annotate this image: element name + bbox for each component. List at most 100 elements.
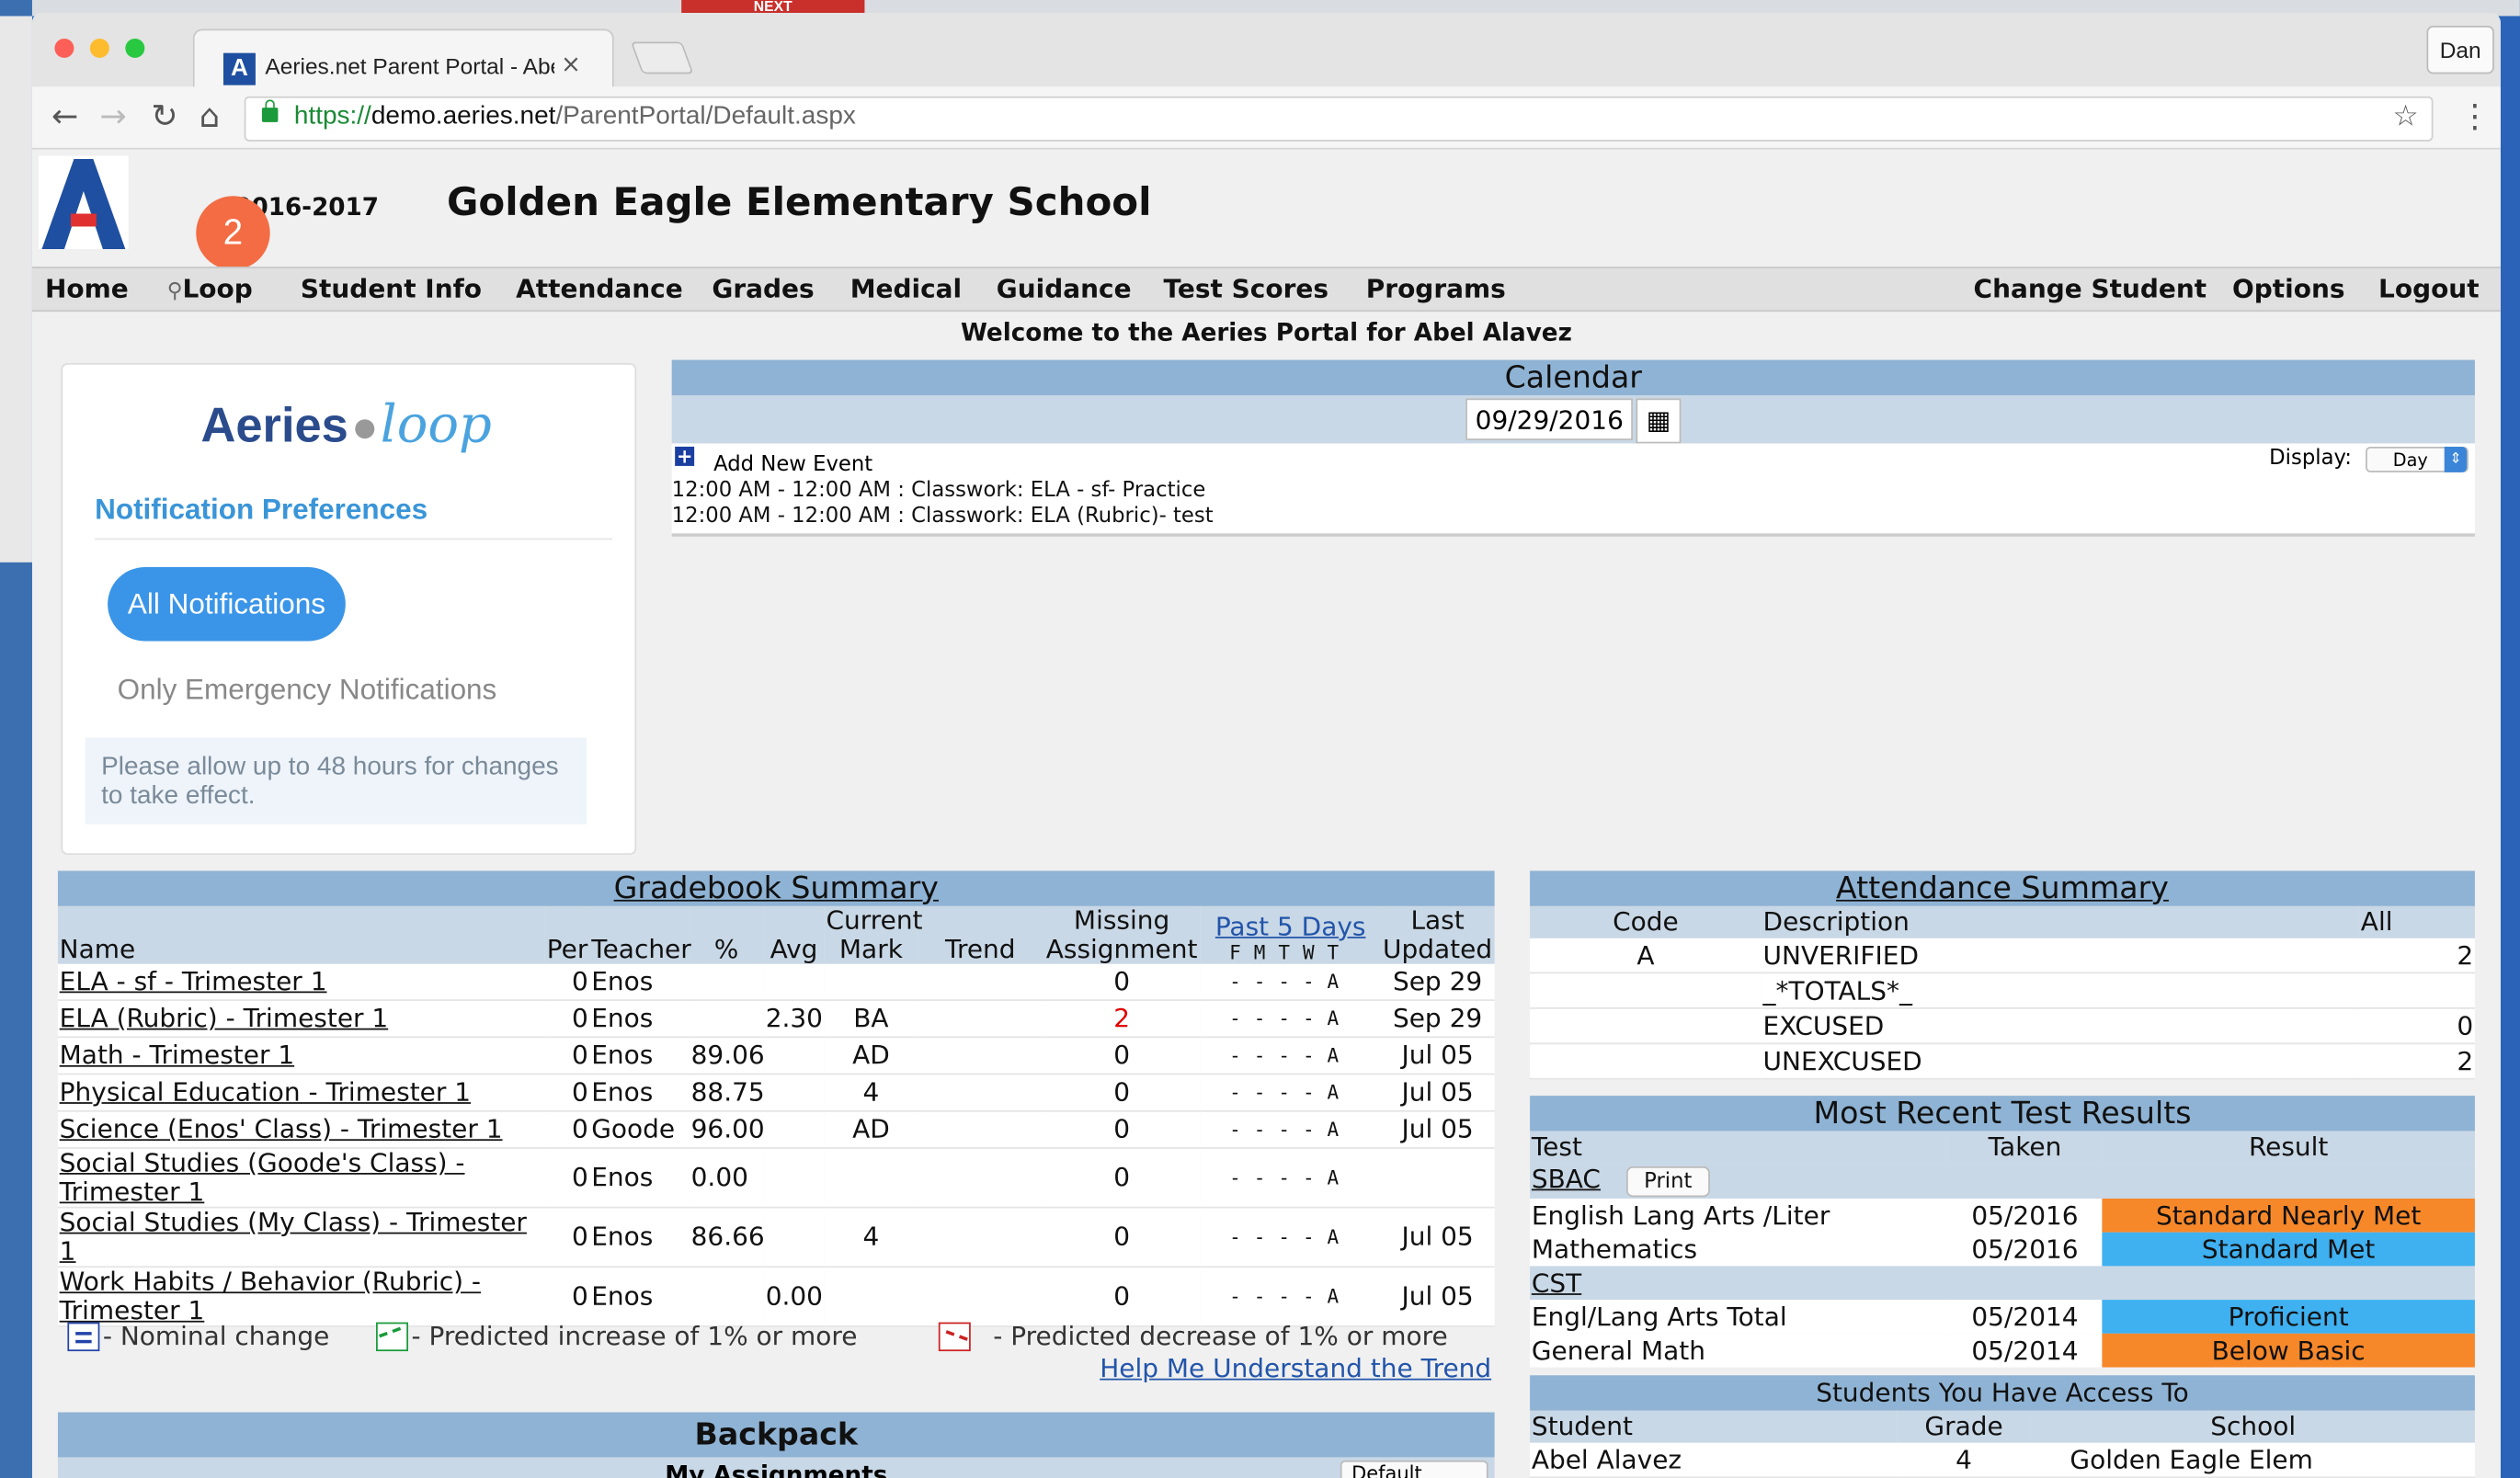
table-row[interactable]: Physical Education - Trimester 1 0 Enos 88.… bbox=[57, 1074, 1495, 1112]
col-past-5-days[interactable]: Past 5 Days FMTWT bbox=[1200, 905, 1381, 964]
calendar-picker-icon[interactable]: ▦ bbox=[1636, 398, 1682, 444]
col-missing: Missing Assignment bbox=[1043, 905, 1201, 964]
nav-loop[interactable]: ⚲Loop bbox=[167, 273, 253, 303]
minimize-window-button[interactable] bbox=[89, 38, 109, 58]
missing-assignments: 0 bbox=[1043, 963, 1201, 1001]
nav-medical[interactable]: Medical bbox=[850, 273, 962, 303]
nav-grades[interactable]: Grades bbox=[712, 273, 814, 303]
nav-test-scores[interactable]: Test Scores bbox=[1164, 273, 1328, 303]
new-tab-button[interactable] bbox=[630, 41, 694, 74]
nav-options[interactable]: Options bbox=[2232, 273, 2345, 303]
missing-assignments: 0 bbox=[1043, 1074, 1201, 1112]
calendar-panel: Calendar 09/29/2016 ▦ + Add New Event Di… bbox=[671, 359, 2475, 537]
test-group[interactable]: CST bbox=[1530, 1266, 2475, 1301]
table-row[interactable]: Math - Trimester 1 0 Enos 89.06 AD 0 ----A Jul … bbox=[57, 1037, 1495, 1075]
legend-nominal: - Nominal change bbox=[102, 1320, 330, 1352]
welcome-message: Welcome to the Aeries Portal for Abel Al… bbox=[960, 318, 1572, 347]
course-name-link[interactable]: Social Studies (My Class) - Trimester 1 bbox=[57, 1207, 545, 1268]
browser-tab[interactable]: A Aeries.net Parent Portal - Abel × bbox=[192, 28, 614, 89]
table-row[interactable]: ELA - sf - Trimester 1 0 Enos 0 ----A Sep 29 bbox=[57, 963, 1495, 1001]
col-school: School bbox=[2031, 1410, 2475, 1443]
current-mark: AD bbox=[824, 1037, 918, 1075]
table-row[interactable]: Abel Alavez 4 Golden Eagle Elem bbox=[1530, 1442, 2475, 1478]
close-window-button[interactable] bbox=[54, 38, 74, 58]
display-select[interactable]: Day ⇕ bbox=[2366, 446, 2469, 472]
add-event-link[interactable]: Add New Event bbox=[713, 453, 872, 477]
trend bbox=[918, 1000, 1043, 1039]
past-5-days: ----A bbox=[1200, 1110, 1381, 1149]
calendar-date-input[interactable]: 09/29/2016 bbox=[1465, 398, 1633, 440]
tab-close-icon[interactable]: × bbox=[561, 50, 581, 78]
calendar-event[interactable]: 12:00 AM - 12:00 AM : Classwork: ELA - s… bbox=[672, 479, 1206, 503]
trend-help-link[interactable]: Help Me Understand the Trend bbox=[1100, 1353, 1491, 1383]
aeries-logo-icon[interactable] bbox=[38, 155, 129, 249]
course-name-link[interactable]: Science (Enos' Class) - Trimester 1 bbox=[57, 1110, 545, 1149]
backpack-panel: Backpack My Assignments Default bbox=[57, 1412, 1495, 1478]
gradebook-title[interactable]: Gradebook Summary bbox=[57, 870, 1495, 906]
course-name-link[interactable]: Math - Trimester 1 bbox=[57, 1037, 545, 1075]
address-bar[interactable]: https://demo.aeries.net/ParentPortal/Def… bbox=[244, 96, 2434, 142]
percent: 88.75 bbox=[689, 1074, 765, 1112]
nav-programs[interactable]: Programs bbox=[1366, 273, 1506, 303]
reload-icon[interactable]: ↻ bbox=[151, 97, 177, 135]
course-name[interactable]: Math - Trimester 1 bbox=[60, 1040, 294, 1070]
col-result: Result bbox=[2102, 1131, 2475, 1164]
course-name[interactable]: Science (Enos' Class) - Trimester 1 bbox=[60, 1113, 503, 1143]
back-arrow-icon[interactable]: ← bbox=[51, 97, 78, 135]
notification-note: Please allow up to 48 hours for changes … bbox=[85, 737, 587, 824]
table-row[interactable]: ELA (Rubric) - Trimester 1 0 Enos 2.30 BA 2 --… bbox=[57, 1000, 1495, 1039]
test-result: Below Basic bbox=[2102, 1333, 2475, 1368]
nav-logout[interactable]: Logout bbox=[2378, 273, 2480, 303]
test-group-name[interactable]: SBAC bbox=[1532, 1164, 1601, 1194]
course-name-link[interactable]: ELA - sf - Trimester 1 bbox=[57, 963, 545, 1001]
test-group[interactable]: SBAC Print bbox=[1530, 1163, 2475, 1199]
all-notifications-button[interactable]: All Notifications bbox=[108, 567, 346, 642]
tab-title: Aeries.net Parent Portal - Abel bbox=[265, 52, 555, 79]
attendance-count bbox=[2359, 972, 2475, 1009]
course-name[interactable]: ELA (Rubric) - Trimester 1 bbox=[60, 1003, 389, 1033]
calendar-event[interactable]: 12:00 AM - 12:00 AM : Classwork: ELA (Ru… bbox=[672, 505, 1214, 529]
test-taken: 05/2014 bbox=[1947, 1333, 2103, 1368]
profile-button[interactable]: Dan bbox=[2426, 25, 2494, 74]
print-button[interactable]: Print bbox=[1625, 1166, 1710, 1198]
trend bbox=[918, 1207, 1043, 1268]
test-result: Standard Nearly Met bbox=[2102, 1199, 2475, 1233]
forward-arrow-icon[interactable]: → bbox=[99, 97, 126, 135]
course-name[interactable]: Social Studies (My Class) - Trimester 1 bbox=[60, 1207, 527, 1267]
course-name-link[interactable]: ELA (Rubric) - Trimester 1 bbox=[57, 1000, 545, 1039]
nav-home[interactable]: Home bbox=[45, 273, 129, 303]
attendance-title[interactable]: Attendance Summary bbox=[1530, 870, 2475, 906]
course-name[interactable]: ELA - sf - Trimester 1 bbox=[60, 966, 327, 996]
table-row[interactable]: Science (Enos' Class) - Trimester 1 0 Good… bbox=[57, 1110, 1495, 1149]
emergency-notifications-option[interactable]: Only Emergency Notifications bbox=[118, 673, 497, 707]
notification-badge[interactable]: 2 bbox=[196, 196, 270, 270]
test-name: English Lang Arts /Liter bbox=[1530, 1199, 1948, 1233]
nav-student-info[interactable]: Student Info bbox=[301, 273, 482, 303]
nav-guidance[interactable]: Guidance bbox=[997, 273, 1132, 303]
browser-menu-icon[interactable]: ⋮ bbox=[2458, 97, 2491, 135]
course-name-link[interactable]: Social Studies (Goode's Class) - Trimest… bbox=[57, 1147, 545, 1209]
nav-change-student[interactable]: Change Student bbox=[1974, 273, 2207, 303]
tab-bar: A Aeries.net Parent Portal - Abel × Dan bbox=[31, 12, 2501, 89]
home-icon[interactable]: ⌂ bbox=[200, 97, 220, 135]
table-row[interactable]: Social Studies (My Class) - Trimester 1 0… bbox=[57, 1207, 1495, 1268]
table-row[interactable]: Social Studies (Goode's Class) - Trimest… bbox=[57, 1147, 1495, 1209]
missing-assignments[interactable]: 2 bbox=[1043, 1000, 1201, 1039]
course-name-link[interactable]: Physical Education - Trimester 1 bbox=[57, 1074, 545, 1112]
calendar-date-bar: 09/29/2016 ▦ bbox=[671, 395, 2475, 444]
nav-attendance[interactable]: Attendance bbox=[516, 273, 683, 303]
period: 0 bbox=[544, 963, 590, 1001]
test-result: Standard Met bbox=[2102, 1232, 2475, 1267]
test-group-name[interactable]: CST bbox=[1532, 1267, 1581, 1297]
zoom-window-button[interactable] bbox=[125, 38, 145, 58]
lock-icon bbox=[261, 99, 279, 122]
current-mark: AD bbox=[824, 1110, 918, 1149]
course-name[interactable]: Social Studies (Goode's Class) - Trimest… bbox=[60, 1147, 465, 1207]
add-event-icon[interactable]: + bbox=[675, 446, 695, 466]
course-name[interactable]: Physical Education - Trimester 1 bbox=[60, 1076, 471, 1107]
attendance-description: UNVERIFIED bbox=[1761, 938, 2360, 974]
assignments-filter-select[interactable]: Default bbox=[1340, 1460, 1488, 1478]
bookmark-star-icon[interactable]: ☆ bbox=[2393, 99, 2419, 133]
student-name[interactable]: Abel Alavez bbox=[1530, 1442, 1897, 1478]
trend bbox=[918, 963, 1043, 1001]
